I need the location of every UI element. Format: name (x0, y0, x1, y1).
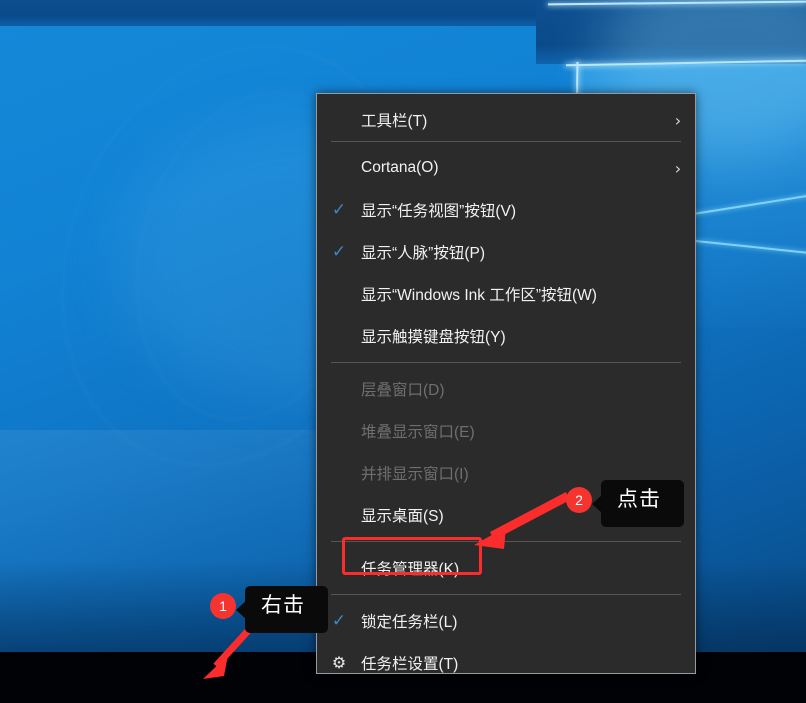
menu-item-show-people-button[interactable]: ✓ 显示“人脉”按钮(P) (317, 231, 695, 273)
menu-item-label: 任务管理器(K) (361, 561, 460, 578)
menu-item-cascade-windows: 层叠窗口(D) (317, 368, 695, 410)
gear-icon: ⚙ (331, 653, 347, 672)
checkmark-icon: ✓ (331, 199, 347, 220)
chevron-right-icon: › (674, 158, 682, 178)
taskbar-context-menu[interactable]: 工具栏(T) › Cortana(O) › ✓ 显示“任务视图”按钮(V) ✓ … (316, 93, 696, 674)
menu-item-label: 任务栏设置(T) (361, 656, 459, 673)
menu-item-label: 显示“人脉”按钮(P) (361, 245, 485, 262)
menu-item-label: Cortana(O) (361, 159, 439, 176)
menu-item-toolbars[interactable]: 工具栏(T) › (317, 99, 695, 141)
menu-item-show-the-desktop[interactable]: 显示桌面(S) (317, 494, 695, 536)
menu-item-label: 工具栏(T) (361, 113, 428, 130)
menu-item-label: 并排显示窗口(I) (361, 466, 469, 483)
menu-item-taskbar-settings[interactable]: ⚙ 任务栏设置(T) (317, 642, 695, 684)
checkmark-icon: ✓ (331, 241, 347, 262)
screen: 工具栏(T) › Cortana(O) › ✓ 显示“任务视图”按钮(V) ✓ … (0, 0, 806, 703)
menu-item-label: 显示触摸键盘按钮(Y) (361, 329, 506, 346)
menu-item-show-task-view-button[interactable]: ✓ 显示“任务视图”按钮(V) (317, 189, 695, 231)
menu-item-lock-the-taskbar[interactable]: ✓ 锁定任务栏(L) (317, 600, 695, 642)
checkmark-icon: ✓ (331, 610, 347, 631)
menu-item-show-windows-stacked: 堆叠显示窗口(E) (317, 410, 695, 452)
menu-item-task-manager[interactable]: 任务管理器(K) (317, 547, 695, 589)
menu-item-label: 锁定任务栏(L) (361, 614, 458, 631)
menu-item-label: 堆叠显示窗口(E) (361, 424, 475, 441)
menu-item-show-windows-side-by-side: 并排显示窗口(I) (317, 452, 695, 494)
menu-item-label: 层叠窗口(D) (361, 382, 445, 399)
menu-item-cortana[interactable]: Cortana(O) › (317, 147, 695, 189)
menu-item-label: 显示“Windows Ink 工作区”按钮(W) (361, 287, 597, 304)
chevron-right-icon: › (674, 110, 682, 130)
menu-item-label: 显示“任务视图”按钮(V) (361, 203, 516, 220)
menu-item-show-windows-ink-workspace-button[interactable]: 显示“Windows Ink 工作区”按钮(W) (317, 273, 695, 315)
menu-item-label: 显示桌面(S) (361, 508, 444, 525)
menu-item-show-touch-keyboard-button[interactable]: 显示触摸键盘按钮(Y) (317, 315, 695, 357)
